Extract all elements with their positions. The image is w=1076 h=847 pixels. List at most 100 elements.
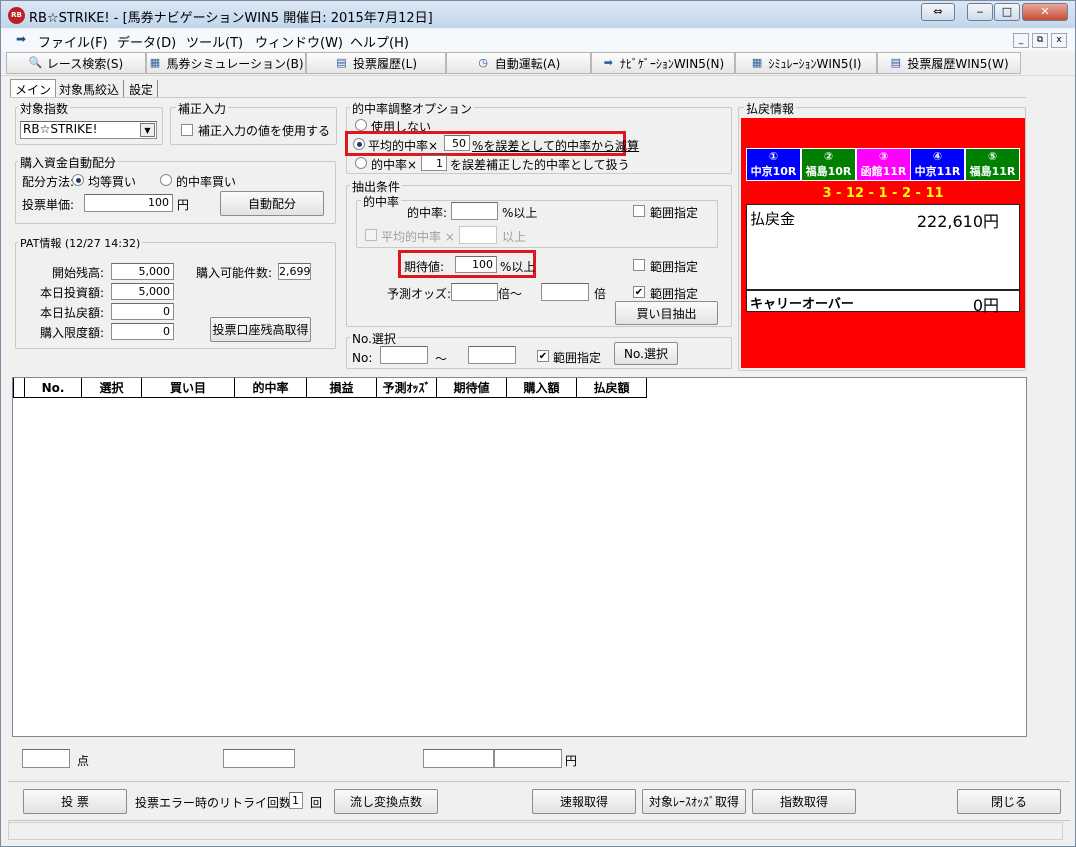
menu-data[interactable]: データ(D): [117, 32, 176, 51]
start-balance-label: 開始残高:: [52, 266, 105, 280]
column-header-select[interactable]: 選択: [82, 378, 142, 398]
no-from-input[interactable]: [380, 346, 428, 364]
menu-file[interactable]: ファイル(F): [38, 32, 108, 51]
option-none-radio[interactable]: [355, 119, 367, 131]
option-avg-radio[interactable]: [353, 138, 365, 150]
no-range-label: 範囲指定: [553, 351, 602, 365]
hit-rate-label: 的中率:: [407, 206, 448, 220]
summary-field-3: [423, 749, 494, 768]
no-select-button[interactable]: No.選択: [614, 342, 678, 365]
ev-label: 期待値:: [404, 260, 445, 274]
column-header-profit[interactable]: 損益: [307, 378, 377, 398]
hit-rate-suffix: %以上: [502, 206, 538, 220]
menu-window[interactable]: ウィンドウ(W): [255, 32, 343, 51]
maximize-button[interactable]: □: [994, 3, 1020, 21]
correction-checkbox-label: 補正入力の値を使用する: [198, 124, 331, 138]
odds-min-input[interactable]: [451, 283, 498, 301]
today-refund-value: 0: [111, 303, 174, 320]
column-header-refund[interactable]: 払戻額: [577, 378, 647, 398]
column-header-ev[interactable]: 期待値: [437, 378, 507, 398]
restore-aero-button[interactable]: ⇔: [921, 3, 955, 21]
alloc-method-label: 配分方法:: [22, 175, 75, 189]
odds-range-checkbox[interactable]: ✔: [633, 286, 645, 298]
mdi-minimize-button[interactable]: _: [1013, 33, 1029, 48]
document-icon: ▤: [890, 56, 902, 69]
odds-range-label: 範囲指定: [650, 287, 699, 301]
simulation-win5-button[interactable]: ▦ ｼﾐｭﾚｰｼｮﾝWIN5(I): [735, 52, 877, 74]
unit-price-label: 投票単価:: [22, 198, 75, 212]
navigation-win5-button[interactable]: ➡ ﾅﾋﾞｹﾞｰｼｮﾝWIN5(N): [591, 52, 735, 74]
app-logo-icon: RB: [8, 7, 25, 24]
race-5-tile: ⑤ 福島11R: [965, 148, 1020, 181]
mdi-restore-button[interactable]: ⧉: [1032, 33, 1048, 48]
chevron-down-icon[interactable]: ▼: [140, 123, 155, 137]
close-button[interactable]: 閉じる: [957, 789, 1061, 814]
no-select-label: No.選択: [350, 330, 398, 347]
points-suffix: 点: [77, 754, 90, 768]
correction-checkbox[interactable]: [181, 124, 193, 136]
equal-buy-radio[interactable]: [72, 174, 84, 186]
retry-input[interactable]: 1: [289, 792, 303, 809]
menu-tools[interactable]: ツール(T): [186, 32, 243, 51]
convert-points-button[interactable]: 流し変換点数: [334, 789, 438, 814]
mdi-child-icon: ➡: [16, 32, 27, 46]
auto-alloc-label: 購入資金自動配分: [18, 154, 119, 171]
summary-field-2: [223, 749, 295, 768]
hit-rate-input[interactable]: [451, 202, 498, 220]
no-range-checkbox[interactable]: ✔: [537, 350, 549, 362]
avg-hit-checkbox[interactable]: [365, 229, 377, 241]
odds-fetch-button[interactable]: 対象ﾚｰｽｵｯｽﾞ取得: [642, 789, 746, 814]
target-index-select[interactable]: RB☆STRIKE!: [20, 121, 157, 139]
column-header-amount[interactable]: 購入額: [507, 378, 577, 398]
odds-max-input[interactable]: [541, 283, 589, 301]
window-title: RB☆STRIKE! - [馬券ナビゲーションWIN5 開催日: 2015年7月…: [29, 11, 433, 26]
menu-help[interactable]: ヘルプ(H): [350, 32, 409, 51]
tab-settings[interactable]: 設定: [125, 80, 159, 98]
column-header-no[interactable]: No.: [25, 378, 82, 398]
no-tilde: 〜: [435, 352, 448, 366]
retry-suffix: 回: [310, 796, 323, 810]
menu-bar: ➡ ファイル(F) データ(D) ツール(T) ウィンドウ(W) ヘルプ(H) …: [1, 29, 1075, 51]
option-rate-input[interactable]: 1: [421, 155, 447, 171]
tab-horse-filter[interactable]: 対象馬絞込: [55, 80, 125, 98]
bet-history-win5-button[interactable]: ▤ 投票履歴WIN5(W): [877, 52, 1021, 74]
bet-history-button[interactable]: ▤ 投票履歴(L): [306, 52, 446, 74]
column-header-hit-rate[interactable]: 的中率: [235, 378, 307, 398]
hit-rate-range-label: 範囲指定: [650, 206, 699, 220]
option-rate-suffix: を誤差補正した的中率として扱う: [450, 158, 630, 172]
ev-range-checkbox[interactable]: [633, 259, 645, 271]
avg-hit-input[interactable]: [459, 226, 497, 244]
carry-over-box: キャリーオーバー 0円: [746, 290, 1020, 315]
close-window-button[interactable]: ✕: [1022, 3, 1068, 21]
auto-run-button[interactable]: ◷ 自動運転(A): [446, 52, 591, 74]
payout-amount-label: 払戻金: [750, 210, 796, 228]
target-index-label: 対象指数: [18, 100, 71, 117]
option-avg-input[interactable]: 50: [444, 135, 470, 151]
no-to-input[interactable]: [468, 346, 516, 364]
odds-mid-label: 倍〜: [498, 287, 523, 301]
hit-rate-range-checkbox[interactable]: [633, 205, 645, 217]
document-icon: ▤: [336, 56, 347, 69]
clock-icon: ◷: [478, 56, 488, 69]
race-search-button[interactable]: 🔍 レース検索(S): [6, 52, 146, 74]
index-fetch-button[interactable]: 指数取得: [752, 789, 856, 814]
hit-buy-radio[interactable]: [160, 174, 172, 186]
search-icon: 🔍: [28, 56, 43, 69]
extract-bets-button[interactable]: 買い目抽出: [615, 301, 718, 325]
auto-alloc-button[interactable]: 自動配分: [220, 191, 324, 216]
column-header-bet[interactable]: 買い目: [142, 378, 235, 398]
odds-label: 予測オッズ:: [387, 287, 452, 301]
ev-input[interactable]: 100: [455, 256, 497, 273]
unit-price-input[interactable]: 100: [84, 194, 173, 212]
vote-button[interactable]: 投 票: [23, 789, 127, 814]
flash-fetch-button[interactable]: 速報取得: [532, 789, 636, 814]
retry-label: 投票エラー時のリトライ回数:: [135, 796, 296, 810]
bets-grid[interactable]: No. 選択 買い目 的中率 損益 予測ｵｯｽﾞ 期待値 購入額 払戻額: [12, 377, 1027, 737]
minimize-button[interactable]: ‒: [967, 3, 993, 21]
account-balance-button[interactable]: 投票口座残高取得: [210, 317, 311, 342]
mdi-close-button[interactable]: x: [1051, 33, 1067, 48]
tab-main[interactable]: メイン: [10, 79, 57, 97]
option-rate-radio[interactable]: [355, 157, 367, 169]
column-header-odds[interactable]: 予測ｵｯｽﾞ: [377, 378, 437, 398]
bet-simulation-button[interactable]: ▦ 馬券シミュレーション(B): [146, 52, 306, 74]
